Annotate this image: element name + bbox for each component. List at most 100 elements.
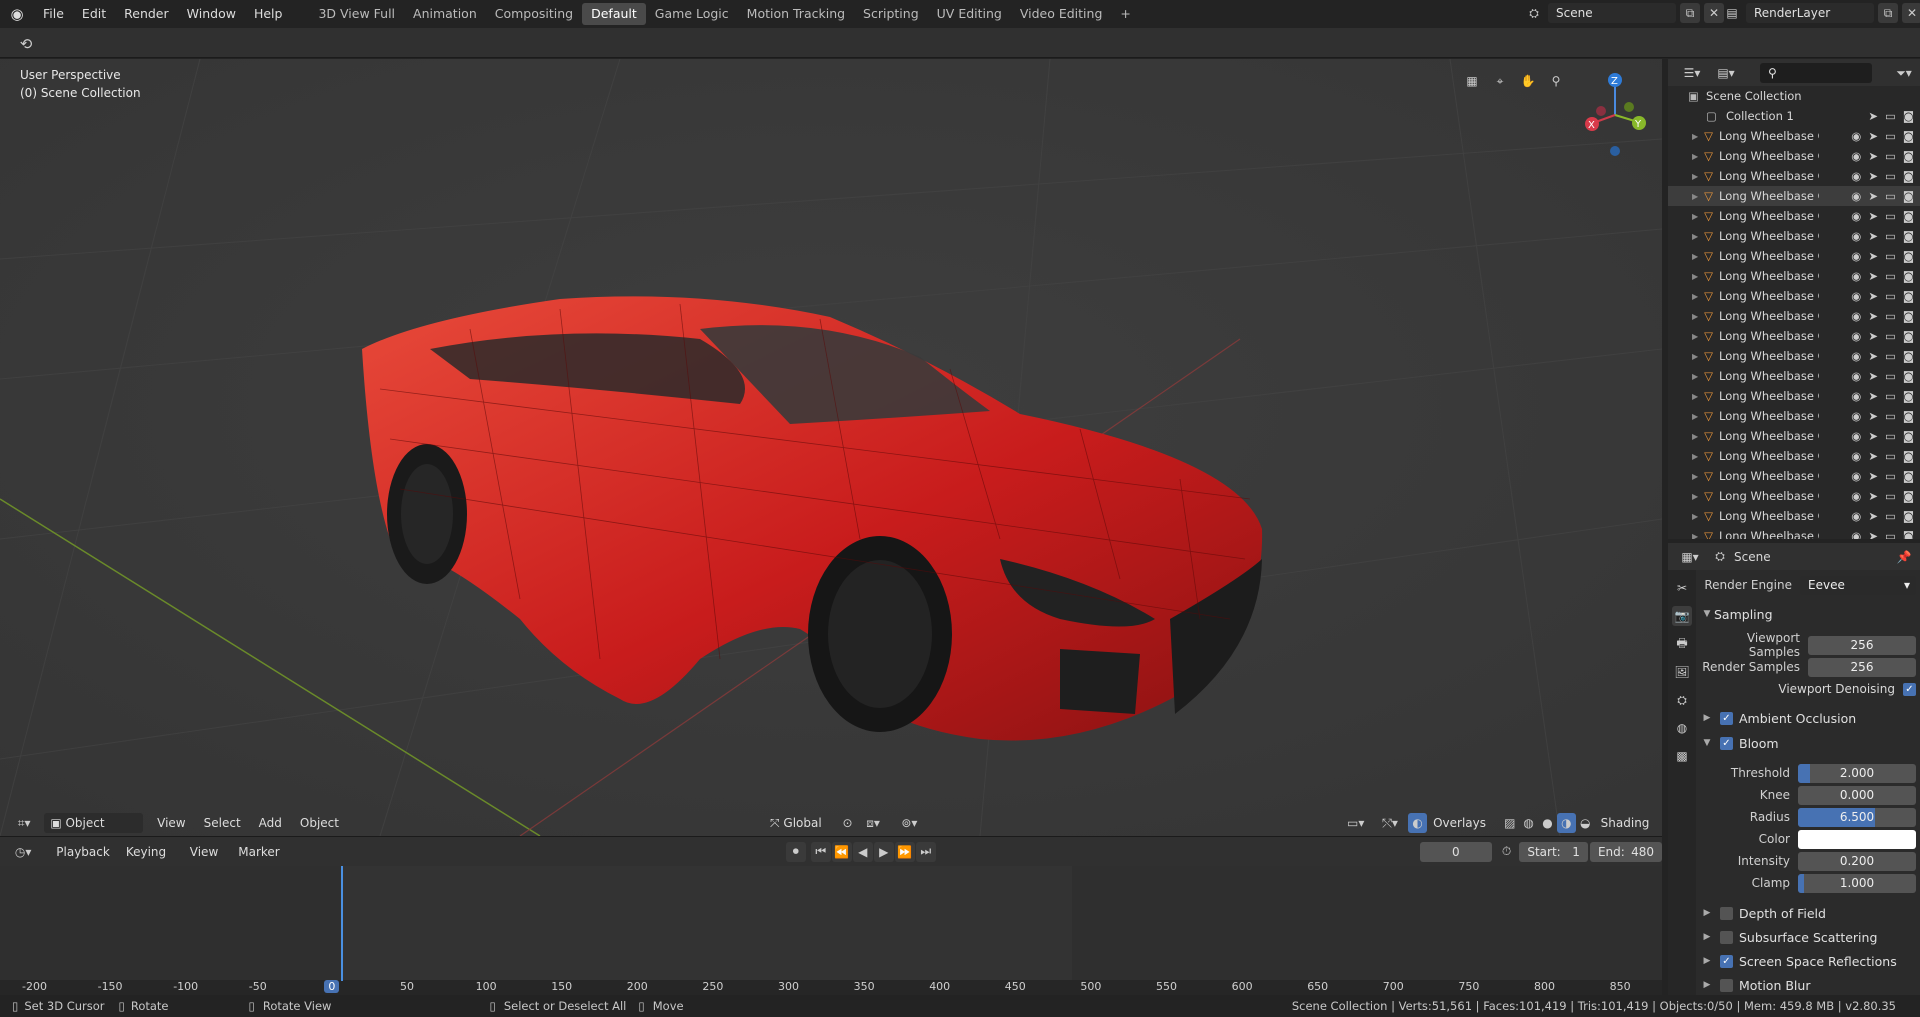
disclosure-triangle-icon[interactable]: ▶ (1692, 512, 1698, 521)
select-arrow-icon[interactable]: ➤ (1868, 109, 1878, 123)
eye-icon[interactable]: ◉ (1851, 249, 1861, 263)
bloom-checkbox[interactable]: ✓ (1720, 736, 1733, 750)
eye-icon[interactable]: ◉ (1851, 489, 1861, 503)
outliner-item[interactable]: ▶ ▽ Long Wheelbase Car ◉ ➤ ▭ ◙ (1668, 166, 1920, 186)
bloom-color-swatch[interactable] (1798, 829, 1916, 849)
play-icon[interactable]: ▶ (873, 841, 894, 862)
copy-icon[interactable]: ⧉ (1878, 3, 1898, 23)
disclosure-triangle-icon[interactable]: ▶ (1692, 292, 1698, 301)
select-arrow-icon[interactable]: ➤ (1868, 249, 1878, 263)
camera-icon[interactable]: ◙ (1903, 469, 1914, 483)
scene-tab-icon[interactable]: ⛭ (1672, 690, 1692, 710)
camera-icon[interactable]: ◙ (1903, 169, 1914, 183)
select-arrow-icon[interactable]: ➤ (1868, 469, 1878, 483)
eye-icon[interactable]: ◉ (1851, 389, 1861, 403)
properties-editor-icon[interactable]: ▦▾ (1676, 547, 1704, 567)
disclosure-triangle-icon[interactable]: ▶ (1692, 412, 1698, 421)
outliner-item[interactable]: ▶ ▽ Long Wheelbase Car ◉ ➤ ▭ ◙ (1668, 306, 1920, 326)
motion-blur-panel-header[interactable]: ▶ Motion Blur (1700, 974, 1916, 996)
monitor-icon[interactable]: ▭ (1885, 269, 1896, 283)
select-arrow-icon[interactable]: ➤ (1868, 509, 1878, 523)
camera-icon[interactable]: ◙ (1903, 489, 1914, 503)
outliner-item[interactable]: ▶ ▽ Long Wheelbase Car ◉ ➤ ▭ ◙ (1668, 326, 1920, 346)
outliner-item[interactable]: ▶ ▽ Long Wheelbase Car ◉ ➤ ▭ ◙ (1668, 446, 1920, 466)
select-arrow-icon[interactable]: ➤ (1868, 169, 1878, 183)
subsurface-scattering-checkbox[interactable] (1720, 930, 1733, 944)
outliner-item[interactable]: ▶ ▽ Long Wheelbase Car ◉ ➤ ▭ ◙ (1668, 286, 1920, 306)
outliner-item[interactable]: ▶ ▽ Long Wheelbase Car ◉ ➤ ▭ ◙ (1668, 186, 1920, 206)
tool-tab-icon[interactable]: ✂ (1672, 578, 1692, 598)
ambient-occlusion-checkbox[interactable]: ✓ (1720, 711, 1733, 725)
outliner-collection-1[interactable]: ▢ Collection 1 ➤ ▭ ◙ (1668, 106, 1920, 126)
select-arrow-icon[interactable]: ➤ (1868, 349, 1878, 363)
knee-slider[interactable]: 0.000 (1798, 785, 1916, 805)
select-arrow-icon[interactable]: ➤ (1868, 309, 1878, 323)
pan-hand-icon[interactable]: ✋ (1518, 71, 1538, 91)
camera-icon[interactable]: ◙ (1903, 529, 1914, 539)
grid-view-icon[interactable]: ▦ (1462, 71, 1482, 91)
outliner-item[interactable]: ▶ ▽ Long Wheelbase Car ◉ ➤ ▭ ◙ (1668, 526, 1920, 539)
current-frame-field[interactable]: 0 (1419, 841, 1492, 862)
monitor-icon[interactable]: ▭ (1885, 349, 1896, 363)
axis-gizmo[interactable]: Z Y X (1575, 67, 1662, 157)
eye-icon[interactable]: ◉ (1851, 349, 1861, 363)
threshold-slider[interactable]: 2.000 (1798, 763, 1916, 783)
overlays-dropdown[interactable]: Overlays ▾ (1427, 813, 1498, 850)
viewport-samples-field[interactable]: 256 (1808, 635, 1916, 655)
eye-icon[interactable]: ◉ (1851, 409, 1861, 423)
sampling-panel-header[interactable]: ▼ Sampling (1700, 603, 1916, 625)
jump-keyframe-back-icon[interactable]: ⏪ (831, 841, 852, 862)
zoom-icon[interactable]: ⚲ (1546, 71, 1566, 91)
camera-icon[interactable]: ◙ (1903, 389, 1914, 403)
close-icon[interactable]: ✕ (1704, 3, 1724, 23)
outliner-item[interactable]: ▶ ▽ Long Wheelbase Car ◉ ➤ ▭ ◙ (1668, 406, 1920, 426)
disclosure-triangle-icon[interactable]: ▶ (1692, 252, 1698, 261)
rendered-shading-icon[interactable]: ◒ (1576, 813, 1595, 833)
monitor-icon[interactable]: ▭ (1885, 309, 1896, 323)
select-arrow-icon[interactable]: ➤ (1868, 229, 1878, 243)
gizmo-toggle-icon[interactable]: ⤲▾ (1376, 813, 1404, 833)
playback-menu[interactable]: Playback ▾ (50, 842, 118, 879)
outliner-item[interactable]: ▶ ▽ Long Wheelbase Car ◉ ➤ ▭ ◙ (1668, 466, 1920, 486)
disclosure-triangle-icon[interactable]: ▶ (1692, 372, 1698, 381)
camera-icon[interactable]: ◙ (1903, 409, 1914, 423)
tab-video-editing[interactable]: Video Editing (1011, 3, 1112, 25)
shading-dropdown[interactable]: Shading ▾ (1595, 813, 1662, 850)
jump-end-icon[interactable]: ⏭ (915, 841, 936, 862)
record-icon[interactable]: ⏺ (785, 841, 806, 862)
select-arrow-icon[interactable]: ➤ (1868, 449, 1878, 463)
disclosure-triangle-icon[interactable]: ▶ (1692, 152, 1698, 161)
camera-icon[interactable]: ◙ (1903, 309, 1914, 323)
render-layer-field[interactable]: RenderLayer (1746, 3, 1874, 23)
eye-icon[interactable]: ◉ (1851, 449, 1861, 463)
editor-type-icon[interactable]: ⌗▾ (10, 813, 38, 833)
add-workspace-button[interactable]: + (1111, 3, 1139, 25)
viewport-menu-add[interactable]: Add (253, 813, 288, 833)
camera-icon[interactable]: ◙ (1903, 129, 1914, 143)
ambient-occlusion-panel-header[interactable]: ▶ ✓ Ambient Occlusion (1700, 707, 1916, 729)
monitor-icon[interactable]: ▭ (1885, 249, 1896, 263)
timeline-ruler[interactable]: -200 -150 -100 -50 0 50 100 150 200 250 300 350 400 4… (0, 980, 1662, 995)
select-arrow-icon[interactable]: ➤ (1868, 389, 1878, 403)
render-samples-field[interactable]: 256 (1808, 657, 1916, 677)
viewport-denoising-checkbox[interactable]: ✓ (1903, 682, 1916, 696)
solid-shading-icon[interactable]: ● (1538, 813, 1557, 833)
outliner-item[interactable]: ▶ ▽ Long Wheelbase Car ◉ ➤ ▭ ◙ (1668, 266, 1920, 286)
monitor-icon[interactable]: ▭ (1885, 489, 1896, 503)
close-icon[interactable]: ✕ (1902, 3, 1920, 23)
camera-icon[interactable]: ◙ (1903, 249, 1914, 263)
outliner-display-mode-icon[interactable]: ☰▾ (1678, 63, 1706, 83)
ssr-checkbox[interactable]: ✓ (1720, 954, 1733, 968)
camera-icon[interactable]: ◙ (1903, 149, 1914, 163)
viewport-menu-select[interactable]: Select (198, 813, 247, 833)
camera-icon[interactable]: ◙ (1903, 329, 1914, 343)
monitor-icon[interactable]: ▭ (1885, 129, 1896, 143)
scene-name-field[interactable]: Scene (1548, 3, 1676, 23)
monitor-icon[interactable]: ▭ (1885, 429, 1896, 443)
tab-uv-editing[interactable]: UV Editing (928, 3, 1011, 25)
depth-of-field-checkbox[interactable] (1720, 906, 1733, 920)
pin-icon[interactable]: 📌 (1894, 547, 1914, 567)
monitor-icon[interactable]: ▭ (1885, 389, 1896, 403)
monitor-icon[interactable]: ▭ (1885, 369, 1896, 383)
motion-blur-checkbox[interactable] (1720, 978, 1733, 992)
